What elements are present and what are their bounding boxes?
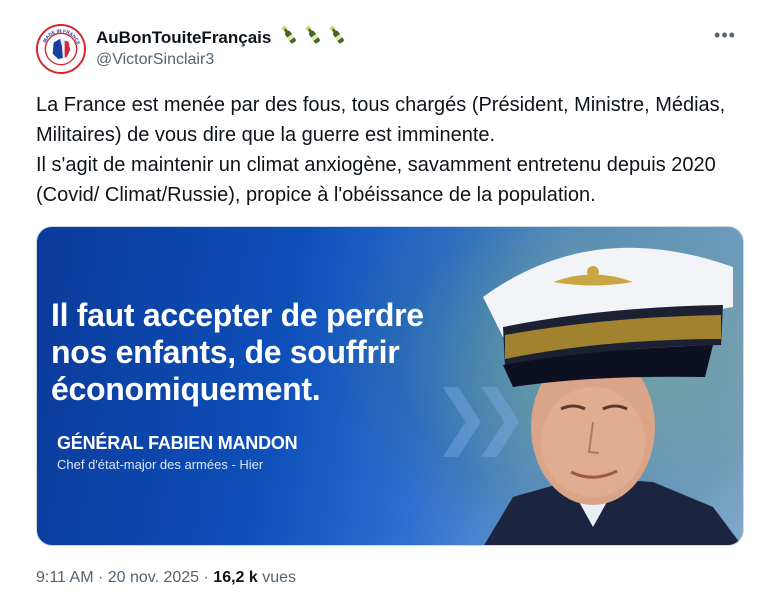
made-in-france-logo: MADE IN FRANCE (39, 27, 83, 71)
media-speaker-name: GÉNÉRAL FABIEN MANDON (57, 433, 298, 453)
general-portrait (443, 227, 743, 545)
display-name-text: AuBonTouiteFrançais (96, 28, 272, 47)
media-speaker-title: Chef d'état-major des armées - Hier (57, 457, 264, 472)
tweet-text: La France est menée par des fous, tous c… (36, 94, 726, 206)
meta-separator: · (199, 569, 214, 586)
tweet-time[interactable]: 9:11 AM (36, 569, 94, 586)
tweet-media-image[interactable]: ❯❯ Il faut accepter de perdre nos enfant… (36, 226, 744, 546)
champagne-icon (278, 24, 300, 51)
champagne-icon (302, 24, 324, 51)
user-handle[interactable]: @VictorSinclair3 (96, 51, 214, 69)
champagne-icon (326, 24, 348, 51)
views-label: vues (262, 569, 297, 586)
tweet-date[interactable]: 20 nov. 2025 (108, 569, 199, 586)
media-quote: Il faut accepter de perdre nos enfants, … (51, 297, 424, 407)
views-count[interactable]: 16,2 k (213, 569, 257, 586)
display-name[interactable]: AuBonTouiteFrançais (96, 24, 348, 51)
tweet-meta: 9:11 AM · 20 nov. 2025 · 16,2 k vues (36, 569, 296, 587)
avatar[interactable]: MADE IN FRANCE (36, 24, 86, 74)
meta-separator: · (93, 569, 108, 586)
more-options-icon[interactable]: ••• (710, 20, 740, 50)
